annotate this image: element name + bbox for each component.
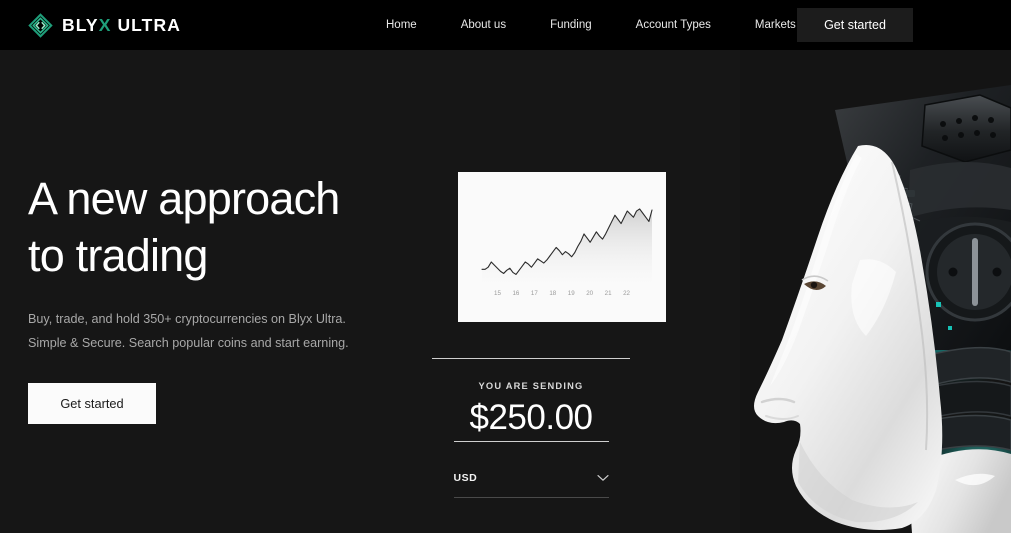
header-get-started-button[interactable]: Get started	[797, 8, 913, 42]
nav-item-home[interactable]: Home	[386, 0, 439, 50]
page-title: A new approach to trading	[28, 173, 340, 281]
brand-name: BLYX ULTRA	[62, 15, 181, 36]
chevron-down-icon[interactable]	[596, 469, 609, 487]
price-chart	[481, 208, 653, 288]
brand-name-part2: ULTRA	[111, 14, 181, 35]
chart-x-axis: 15 16 17 18 19 20 21 22	[458, 290, 666, 297]
send-panel-label: YOU ARE SENDING	[478, 381, 584, 391]
diamond-logo-icon	[28, 12, 53, 38]
hero-subtitle: Buy, trade, and hold 350+ cryptocurrenci…	[28, 312, 349, 350]
send-amount-panel: YOU ARE SENDING $250.00 USD	[432, 358, 630, 498]
currency-select-underline	[453, 497, 609, 498]
chart-tick: 17	[530, 290, 538, 297]
brand-logo[interactable]: BLYX ULTRA	[28, 0, 181, 50]
currency-select[interactable]: USD	[454, 469, 609, 487]
chart-tick: 20	[586, 290, 594, 297]
hero-get-started-button[interactable]: Get started	[28, 383, 156, 424]
chart-tick: 16	[512, 290, 520, 297]
chart-tick: 19	[567, 290, 575, 297]
send-amount-underline	[453, 441, 609, 442]
hero-content: A new approach to trading Buy, trade, an…	[28, 170, 428, 424]
chart-tick: 18	[549, 290, 557, 297]
site-header: BLYX ULTRA Home About us Funding Account…	[0, 0, 1011, 50]
nav-item-about-us[interactable]: About us	[439, 0, 528, 50]
panel-top-divider	[432, 358, 630, 359]
primary-navigation: Home About us Funding Account Types Mark…	[386, 0, 818, 50]
brand-name-part1: BLY	[62, 14, 99, 35]
chart-tick: 21	[604, 290, 612, 297]
brand-name-accent: X	[98, 14, 112, 35]
robot-hero-image	[740, 50, 1011, 533]
nav-item-funding[interactable]: Funding	[528, 0, 614, 50]
currency-selected-value: USD	[453, 472, 478, 484]
hero-page: BLYX ULTRA Home About us Funding Account…	[0, 0, 1011, 533]
chart-tick: 22	[623, 290, 630, 297]
send-amount-value[interactable]: $250.00	[454, 397, 609, 439]
nav-item-account-types[interactable]: Account Types	[614, 0, 733, 50]
chart-tick: 15	[494, 290, 501, 297]
price-chart-card[interactable]: 15 16 17 18 19 20 21 22	[458, 172, 666, 322]
send-amount-field[interactable]: $250.00	[453, 397, 609, 442]
